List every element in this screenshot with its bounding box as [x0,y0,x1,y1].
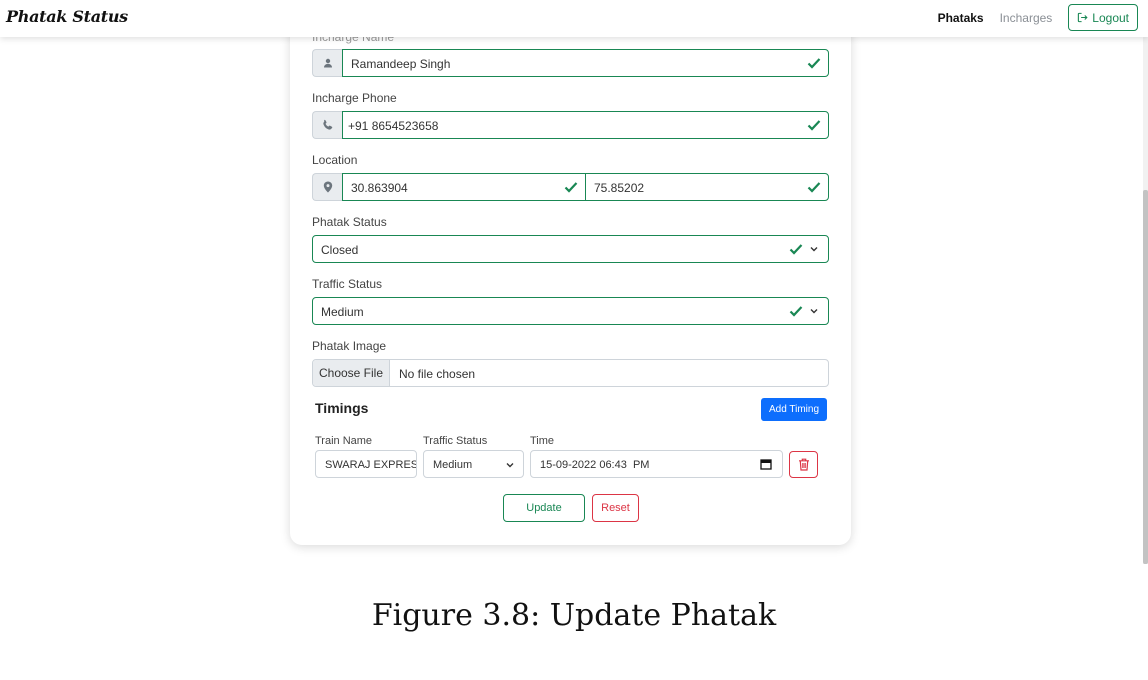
scrollbar-thumb[interactable] [1143,190,1148,564]
check-icon [807,58,821,69]
incharge-name-input[interactable]: Ramandeep Singh [342,49,829,77]
person-icon [324,58,332,68]
location-addon [312,173,343,201]
check-icon [807,182,821,193]
incharge-phone-addon [312,111,343,139]
traffic-status-value: Medium [321,305,364,319]
timing-traffic-status-value: Medium [433,459,473,471]
delete-timing-button[interactable] [789,451,818,478]
longitude-value: 75.85202 [594,181,645,195]
logout-icon [1078,12,1088,23]
file-status-text: No file chosen [399,367,476,381]
timing-datetime-value: 15-09-2022 06:43 PM [540,459,650,471]
traffic-status-select[interactable]: Medium [312,297,829,325]
latitude-value: 30.863904 [351,181,408,195]
incharge-phone-value: +91 8654523658 [348,119,439,133]
longitude-input[interactable]: 75.85202 [585,173,829,201]
nav-link-phataks[interactable]: Phataks [938,11,984,25]
timing-datetime-input[interactable]: 15-09-2022 06:43 PM [530,450,783,478]
location-label: Location [312,153,358,167]
phatak-image-label: Phatak Image [312,339,387,353]
train-name-input[interactable]: SWARAJ EXPRESS [315,450,417,478]
check-icon [789,306,803,317]
figure-caption: Figure 3.8: Update Phatak [371,598,777,633]
nav-links: Phataks Incharges Logout [938,4,1138,31]
choose-file-button[interactable]: Choose File [313,360,390,386]
logout-button[interactable]: Logout [1068,4,1138,31]
chevron-down-icon [810,309,818,314]
timings-title: Timings [315,400,369,416]
traffic-status-column-label: Traffic Status [423,435,488,447]
latitude-input[interactable]: 30.863904 [342,173,586,201]
update-button[interactable]: Update [503,494,585,522]
incharge-name-value: Ramandeep Singh [351,57,451,71]
trash-icon [798,458,809,471]
nav-link-incharges[interactable]: Incharges [1000,11,1053,25]
incharge-name-addon [312,49,343,77]
phatak-status-label: Phatak Status [312,215,387,229]
traffic-status-label: Traffic Status [312,277,383,291]
phatak-status-select[interactable]: Closed [312,235,829,263]
incharge-phone-label: Incharge Phone [312,91,397,105]
check-icon [807,120,821,131]
phatak-image-file-input[interactable]: Choose File No file chosen [312,359,829,387]
train-name-column-label: Train Name [315,435,373,447]
incharge-phone-input[interactable]: +91 8654523658 [342,111,829,139]
check-icon [789,244,803,255]
timing-traffic-status-select[interactable]: Medium [423,450,524,478]
reset-button[interactable]: Reset [592,494,639,522]
map-pin-icon [323,181,333,193]
phone-icon [323,119,333,130]
train-name-value: SWARAJ EXPRESS [325,459,417,471]
chevron-down-icon [506,463,514,468]
logout-label: Logout [1092,10,1129,25]
brand-logo[interactable]: Phatak Status [6,7,128,26]
calendar-icon[interactable] [760,458,772,470]
add-timing-button[interactable]: Add Timing [761,398,827,421]
navbar: Phatak Status Phataks Incharges Logout [0,0,1148,37]
time-column-label: Time [530,435,555,447]
check-icon [564,182,578,193]
chevron-down-icon [810,247,818,252]
phatak-status-value: Closed [321,243,359,257]
